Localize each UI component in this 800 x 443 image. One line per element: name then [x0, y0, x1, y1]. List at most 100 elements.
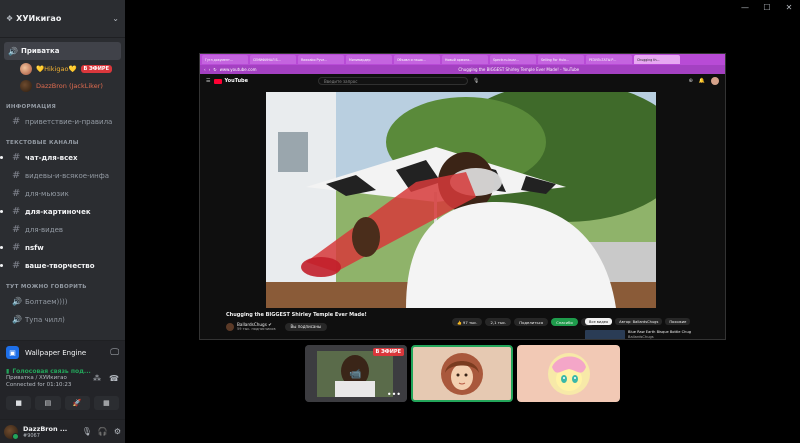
minimize-icon[interactable]: — — [734, 0, 756, 14]
channel-videos-info[interactable]: # видевы-и-всякое-инфа — [4, 167, 121, 184]
stream-preview-tile[interactable]: В ЭФИРЕ 📹 ••• — [305, 345, 407, 402]
channel-name: для-картиночек — [25, 207, 91, 216]
headphones-icon[interactable]: 🎧 — [98, 427, 108, 436]
activity-button[interactable]: 🚀 — [64, 396, 90, 410]
activity-bar[interactable]: ▣ Wallpaper Engine 🖵 — [0, 340, 125, 364]
avatar[interactable] — [226, 322, 234, 331]
browser-tab[interactable]: Rawxabo Руче... — [298, 55, 344, 64]
menu-icon[interactable]: ☰ — [206, 78, 210, 84]
bell-icon[interactable]: 🔔 — [699, 78, 705, 84]
channel-list[interactable]: 🔊 Приватка 💛Hikigao💛 В ЭФИРЕ DazzBron (J… — [0, 38, 125, 338]
signal-icon: ▮ — [6, 368, 10, 375]
youtube-logo[interactable]: YouTube — [214, 78, 248, 84]
chip-related[interactable]: Похожие — [665, 318, 691, 325]
avatar — [441, 352, 483, 395]
thanks-button[interactable]: Спасибо — [551, 318, 578, 326]
avatar — [20, 63, 32, 75]
voice-search-icon[interactable]: 🎙 — [473, 78, 479, 84]
share-button[interactable]: Поделиться — [514, 318, 549, 326]
recommended-video[interactable]: Blue Raw Earth Bisque Bottle Chug Ballar… — [585, 330, 725, 339]
participant-tile-speaking[interactable] — [411, 345, 513, 402]
hash-icon: # — [12, 224, 21, 235]
disconnect-icon[interactable]: ☎ — [109, 374, 119, 383]
avatar[interactable] — [4, 424, 19, 440]
voice-status-text[interactable]: Голосовая связь под... — [12, 368, 90, 375]
forward-icon[interactable]: › — [209, 67, 211, 72]
speaker-icon: 🔊 — [8, 46, 18, 56]
voice-channel-privatka[interactable]: 🔊 Приватка — [4, 42, 121, 60]
unread-indicator — [0, 156, 3, 159]
category-text[interactable]: ТЕКСТОВЫЕ КАНАЛЫ — [6, 140, 125, 146]
recommended-channel: BallardsChugs — [628, 334, 654, 339]
youtube-header-right: ⊕ 🔔 — [689, 77, 719, 85]
user-tag: #9067 — [23, 432, 40, 439]
comments-button[interactable]: 2,1 тыс. — [485, 318, 512, 326]
chip-all[interactable]: Все видео — [585, 318, 613, 325]
channel-welcome[interactable]: # приветствие-и-правила — [4, 113, 121, 130]
server-header[interactable]: ❖ ХУИкигао ⌄ — [0, 0, 125, 38]
channel-chat[interactable]: # чат-для-всех — [0, 149, 121, 166]
channel-music[interactable]: # для-мьюзик — [4, 185, 121, 202]
channel-name: ваше-творчество — [25, 261, 95, 270]
browser-tab[interactable]: Минимардер — [346, 55, 392, 64]
channel-name: для-мьюзик — [25, 189, 69, 198]
channel-creativity[interactable]: # ваше-творчество — [0, 257, 121, 274]
chevron-down-icon[interactable]: ⌄ — [112, 14, 119, 23]
chip-author[interactable]: Автор: BallardsChugs — [615, 318, 663, 325]
video-player[interactable] — [266, 92, 656, 308]
camera-button[interactable]: ■ — [6, 396, 32, 410]
soundboard-button[interactable]: ▦ — [93, 396, 119, 410]
channel-videos[interactable]: # для-видев — [4, 221, 121, 238]
reload-icon[interactable]: ↻ — [213, 67, 216, 72]
video-info: Chugging the BIGGEST Shirley Temple Ever… — [226, 312, 595, 331]
user-controls: 🎙 🎧 ⚙ — [82, 427, 121, 436]
youtube-page: ☰ YouTube Введите запрос 🎙 ⊕ 🔔 Chugging … — [200, 74, 725, 339]
voice-channel-chat[interactable]: 🔊 Болтаем)))) — [4, 293, 121, 310]
voice-user-name: 💛Hikigao💛 — [36, 65, 77, 73]
monitor-icon[interactable]: 🖵 — [110, 348, 119, 358]
channel-name: Тупа чилл) — [25, 315, 65, 324]
youtube-logo-text: YouTube — [224, 78, 249, 84]
voice-user[interactable]: DazzBron (JackLiker) — [0, 78, 125, 94]
subscribed-button[interactable]: Вы подписаны — [284, 322, 328, 331]
voice-channel-chill[interactable]: 🔊 Тупа чилл) — [4, 311, 121, 328]
hash-icon: # — [12, 152, 21, 163]
close-icon[interactable]: ✕ — [778, 0, 800, 14]
channel-meta: BallardsChugs ✔ 59 тыс. подписчиков — [237, 322, 276, 331]
browser-tab-strip: Гугл документ... СЕМИФИНАЛ Б... Rawxabo … — [200, 54, 725, 65]
browser-tab[interactable]: Новый армяни... — [442, 55, 488, 64]
browser-tab[interactable]: Гугл документ... — [202, 55, 248, 64]
noise-suppression-icon[interactable]: ⁂ — [93, 374, 101, 383]
avatar[interactable] — [711, 77, 719, 85]
microphone-icon[interactable]: 🎙 — [82, 427, 92, 436]
participant-tile[interactable] — [517, 345, 620, 402]
stream-view[interactable]: Гугл документ... СЕМИФИНАЛ Б... Rawxabo … — [199, 53, 726, 340]
user-info[interactable]: DazzBron ... #9067 — [23, 425, 82, 439]
screen-share-button[interactable]: ▤ — [35, 396, 61, 410]
window-controls: — ☐ ✕ — [734, 0, 800, 14]
url-field[interactable]: www.youtube.com — [220, 67, 310, 72]
create-icon[interactable]: ⊕ — [689, 78, 693, 84]
voice-user[interactable]: 💛Hikigao💛 В ЭФИРЕ — [0, 61, 125, 77]
maximize-icon[interactable]: ☐ — [756, 0, 778, 14]
browser-tab-active[interactable]: Chugging th... — [634, 55, 680, 64]
browser-tab[interactable]: Объявл и нашо... — [394, 55, 440, 64]
voice-connected-time: Connected for 01:10:23 — [6, 382, 72, 388]
channel-pictures[interactable]: # для-картиночек — [0, 203, 121, 220]
browser-tab[interactable]: Spectr.ru.buzz... — [490, 55, 536, 64]
like-button[interactable]: 👍 97 тыс. — [452, 318, 483, 326]
browser-tab[interactable]: Selling For Hulo... — [538, 55, 584, 64]
category-voice[interactable]: ТУТ МОЖНО ГОВОРИТЬ — [6, 284, 125, 290]
more-options-icon[interactable]: ••• — [387, 390, 401, 399]
browser-tab[interactable]: РЕЗУЛЬТАТЫ Р... — [586, 55, 632, 64]
category-info[interactable]: ИНФОРМАЦИЯ — [6, 104, 125, 110]
back-icon[interactable]: ‹ — [204, 67, 206, 72]
channel-nsfw[interactable]: # nsfw — [0, 239, 121, 256]
search-input[interactable]: Введите запрос — [318, 77, 469, 85]
avatar — [547, 352, 590, 395]
browser-tab[interactable]: СЕМИФИНАЛ Б... — [250, 55, 296, 64]
server-icon: ❖ — [6, 14, 14, 23]
gear-icon[interactable]: ⚙ — [114, 427, 121, 436]
unread-indicator — [0, 246, 3, 249]
voice-status-icons: ⁂ ☎ — [93, 374, 119, 383]
